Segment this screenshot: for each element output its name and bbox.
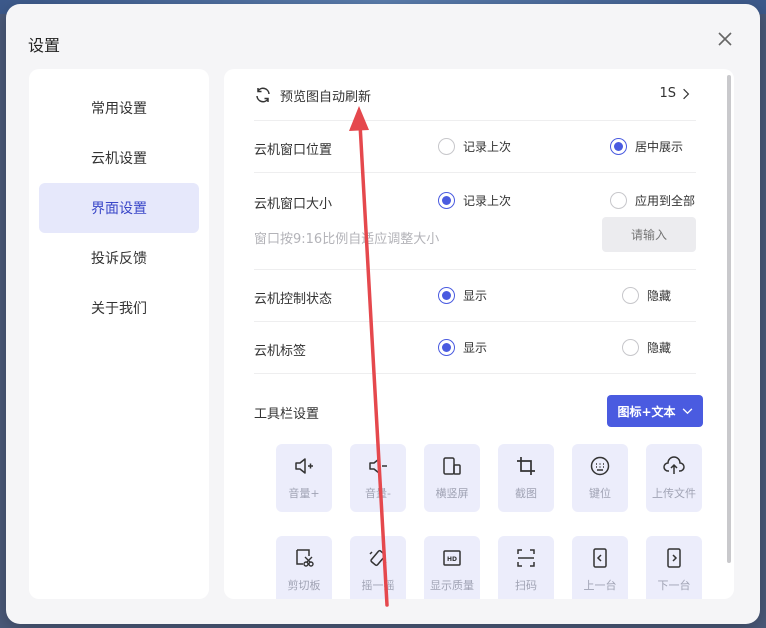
tool-label: 截图 <box>515 487 537 500</box>
volume-down-icon <box>369 458 387 474</box>
settings-content: 预览图自动刷新 1S 云机窗口位置 记录上次 居中展示 云机窗口大小 记录上次 … <box>224 69 734 599</box>
tool-label: 下一台 <box>657 579 691 592</box>
preview-refresh-row: 预览图自动刷新 1S <box>254 69 696 121</box>
chevron-right-icon <box>683 88 690 99</box>
radio-position-center[interactable]: 居中展示 <box>610 138 683 155</box>
svg-text:HD: HD <box>447 556 457 563</box>
radio-label: 应用到全部 <box>635 194 696 208</box>
radio-label: 记录上次 <box>463 194 512 208</box>
radio-status-show[interactable]: 显示 <box>438 287 487 304</box>
tags-label: 云机标签 <box>254 344 307 359</box>
radio-circle-selected <box>438 192 455 209</box>
volume-up-icon <box>295 458 313 474</box>
tool-label: 横竖屏 <box>435 487 469 500</box>
radio-status-hide[interactable]: 隐藏 <box>622 287 671 304</box>
tool-label: 音量+ <box>288 487 320 500</box>
toolbar-style-dropdown[interactable]: 图标+文本 <box>607 395 703 427</box>
sidebar-item-cloud[interactable]: 云机设置 <box>39 133 199 183</box>
crop-icon <box>517 457 535 475</box>
dialog-title: 设置 <box>28 36 61 55</box>
radio-circle <box>610 192 627 209</box>
radio-tags-show[interactable]: 显示 <box>438 339 487 356</box>
window-size-hint: 窗口按9:16比例自适应调整大小 <box>254 232 440 247</box>
preview-refresh-label: 预览图自动刷新 <box>280 90 372 105</box>
radio-size-apply-all[interactable]: 应用到全部 <box>610 192 695 209</box>
window-position-label: 云机窗口位置 <box>254 143 333 158</box>
refresh-interval-text: 1S <box>659 86 676 101</box>
tool-label: 键位 <box>589 487 611 500</box>
shake-icon <box>369 549 387 567</box>
clipboard-icon <box>296 549 314 567</box>
scan-icon <box>517 549 535 567</box>
refresh-icon <box>254 86 272 104</box>
close-icon <box>718 32 732 46</box>
tool-label: 显示质量 <box>430 579 474 592</box>
radio-circle-selected <box>610 138 627 155</box>
prev-device-icon <box>593 548 607 568</box>
next-device-icon <box>667 548 681 568</box>
radio-label: 隐藏 <box>647 341 672 355</box>
tool-next-device[interactable]: 下一台 <box>646 536 702 599</box>
sidebar-item-interface[interactable]: 界面设置 <box>39 183 199 233</box>
window-position-row: 云机窗口位置 记录上次 居中展示 <box>254 121 696 173</box>
window-size-row: 云机窗口大小 记录上次 应用到全部 窗口按9:16比例自适应调整大小 <box>254 173 696 270</box>
dropdown-value: 图标+文本 <box>617 404 676 419</box>
settings-dialog: 设置 常用设置 云机设置 界面设置 投诉反馈 关于我们 预览图自动刷新 1S 云… <box>6 4 760 624</box>
toolbar-tools-grid: 音量+ 音量- 横竖屏 截图 键位 上传文件 剪切板 摇一摇 HD 显示质量 扫… <box>276 444 702 599</box>
control-status-row: 云机控制状态 显示 隐藏 <box>254 270 696 322</box>
radio-label: 记录上次 <box>463 140 512 154</box>
radio-circle-selected <box>438 339 455 356</box>
window-size-input[interactable] <box>602 217 696 252</box>
tool-prev-device[interactable]: 上一台 <box>572 536 628 599</box>
tool-screenshot[interactable]: 截图 <box>498 444 554 512</box>
tool-label: 上一台 <box>583 579 617 592</box>
preview-refresh-value[interactable]: 1S <box>659 86 690 101</box>
tool-keymap[interactable]: 键位 <box>572 444 628 512</box>
radio-circle-selected <box>438 287 455 304</box>
radio-label: 显示 <box>463 341 488 355</box>
radio-circle <box>622 339 639 356</box>
tool-label: 扫码 <box>515 579 537 592</box>
tool-shake[interactable]: 摇一摇 <box>350 536 406 599</box>
scrollbar[interactable] <box>727 75 731 563</box>
rotate-screen-icon <box>443 457 461 475</box>
radio-size-last[interactable]: 记录上次 <box>438 192 511 209</box>
settings-sidebar: 常用设置 云机设置 界面设置 投诉反馈 关于我们 <box>29 69 209 599</box>
sidebar-item-common[interactable]: 常用设置 <box>39 83 199 133</box>
control-status-label: 云机控制状态 <box>254 292 333 307</box>
radio-circle <box>622 287 639 304</box>
radio-position-last[interactable]: 记录上次 <box>438 138 511 155</box>
close-button[interactable] <box>716 30 734 48</box>
tags-row: 云机标签 显示 隐藏 <box>254 322 696 374</box>
radio-label: 居中展示 <box>635 140 684 154</box>
radio-label: 隐藏 <box>647 289 672 303</box>
tool-display-quality[interactable]: HD 显示质量 <box>424 536 480 599</box>
tool-volume-down[interactable]: 音量- <box>350 444 406 512</box>
sidebar-item-feedback[interactable]: 投诉反馈 <box>39 233 199 283</box>
chevron-down-icon <box>682 407 692 414</box>
sidebar-item-about[interactable]: 关于我们 <box>39 283 199 333</box>
radio-tags-hide[interactable]: 隐藏 <box>622 339 671 356</box>
keyboard-icon <box>590 456 610 476</box>
tool-label: 摇一摇 <box>361 579 395 592</box>
tool-label: 音量- <box>365 487 391 500</box>
toolbar-settings-label: 工具栏设置 <box>254 407 320 422</box>
tool-clipboard[interactable]: 剪切板 <box>276 536 332 599</box>
tool-upload-file[interactable]: 上传文件 <box>646 444 702 512</box>
radio-circle <box>438 138 455 155</box>
tool-label: 剪切板 <box>287 579 321 592</box>
radio-label: 显示 <box>463 289 488 303</box>
upload-icon <box>663 456 685 474</box>
hd-icon: HD <box>443 550 461 566</box>
window-size-label: 云机窗口大小 <box>254 197 333 212</box>
tool-label: 上传文件 <box>652 487 696 500</box>
tool-scan[interactable]: 扫码 <box>498 536 554 599</box>
tool-volume-up[interactable]: 音量+ <box>276 444 332 512</box>
tool-rotate-screen[interactable]: 横竖屏 <box>424 444 480 512</box>
